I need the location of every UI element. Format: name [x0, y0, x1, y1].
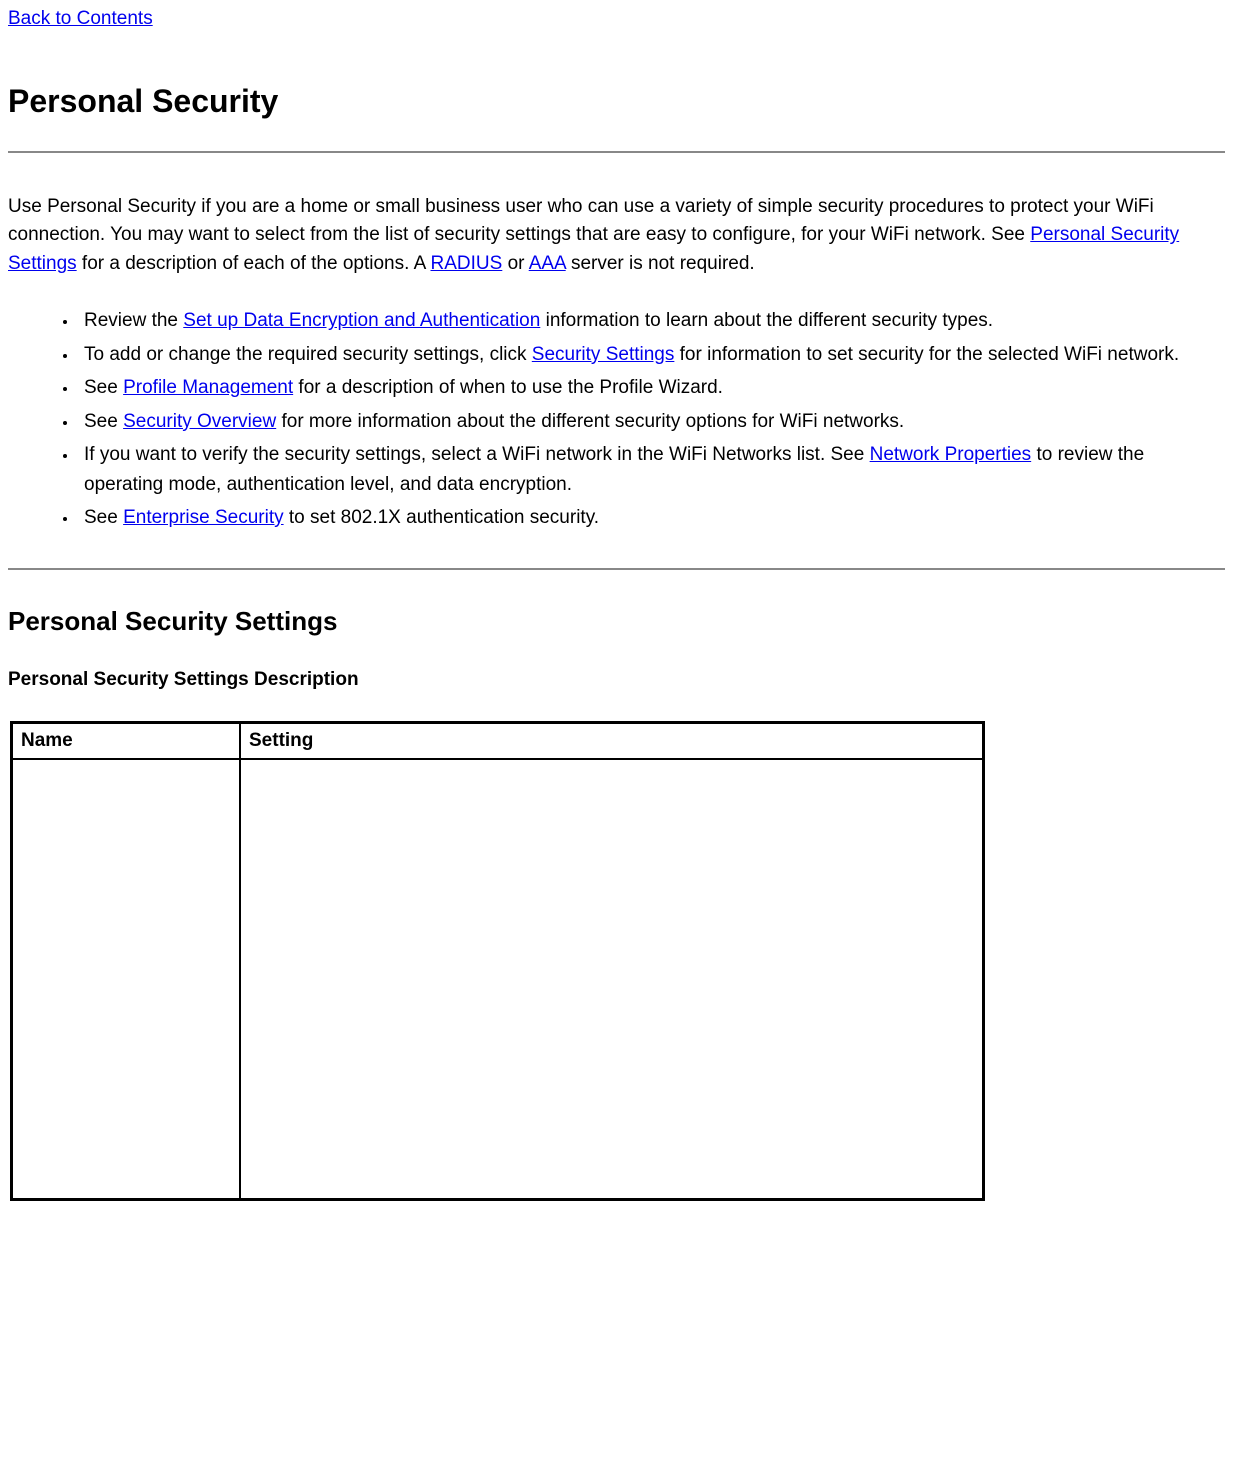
section-heading: Personal Security Settings	[8, 604, 1225, 639]
intro-paragraph: Use Personal Security if you are a home …	[8, 193, 1225, 279]
list-item: See Enterprise Security to set 802.1X au…	[78, 503, 1225, 532]
list-text: for more information about the different…	[276, 411, 904, 432]
list-text: for a description of when to use the Pro…	[293, 377, 723, 398]
list-text: To add or change the required security s…	[84, 344, 532, 365]
inline-link[interactable]: Set up Data Encryption and Authenticatio…	[183, 310, 540, 331]
intro-text: for a description of each of the options…	[77, 253, 431, 274]
aaa-link[interactable]: AAA	[529, 253, 566, 274]
divider	[8, 568, 1225, 570]
intro-text: Use Personal Security if you are a home …	[8, 196, 1154, 246]
list-text: Review the	[84, 310, 183, 331]
intro-text: or	[502, 253, 528, 274]
table-header-row: Name Setting	[12, 723, 984, 759]
table-cell	[240, 759, 984, 1200]
table-header-setting: Setting	[240, 723, 984, 759]
list-text: See	[84, 507, 123, 528]
inline-link[interactable]: Security Settings	[532, 344, 675, 365]
intro-text: server is not required.	[566, 253, 755, 274]
inline-link[interactable]: Security Overview	[123, 411, 276, 432]
table-row	[12, 759, 984, 1200]
list-item: Review the Set up Data Encryption and Au…	[78, 306, 1225, 335]
back-to-contents-link[interactable]: Back to Contents	[8, 6, 153, 32]
settings-table: Name Setting	[10, 721, 985, 1201]
list-text: to set 802.1X authentication security.	[284, 507, 599, 528]
table-cell	[12, 759, 241, 1200]
subsection-heading: Personal Security Settings Description	[8, 667, 1225, 693]
list-item: To add or change the required security s…	[78, 340, 1225, 369]
list-text: See	[84, 411, 123, 432]
radius-link[interactable]: RADIUS	[431, 253, 503, 274]
inline-link[interactable]: Network Properties	[870, 444, 1032, 465]
list-text: for information to set security for the …	[674, 344, 1179, 365]
divider	[8, 151, 1225, 153]
list-text: If you want to verify the security setti…	[84, 444, 870, 465]
list-item: See Profile Management for a description…	[78, 373, 1225, 402]
table-header-name: Name	[12, 723, 241, 759]
inline-link[interactable]: Profile Management	[123, 377, 293, 398]
list-item: If you want to verify the security setti…	[78, 440, 1225, 499]
page-title: Personal Security	[8, 80, 1225, 123]
list-text: See	[84, 377, 123, 398]
inline-link[interactable]: Enterprise Security	[123, 507, 284, 528]
bullet-list: Review the Set up Data Encryption and Au…	[8, 306, 1225, 532]
list-text: information to learn about the different…	[540, 310, 993, 331]
list-item: See Security Overview for more informati…	[78, 407, 1225, 436]
